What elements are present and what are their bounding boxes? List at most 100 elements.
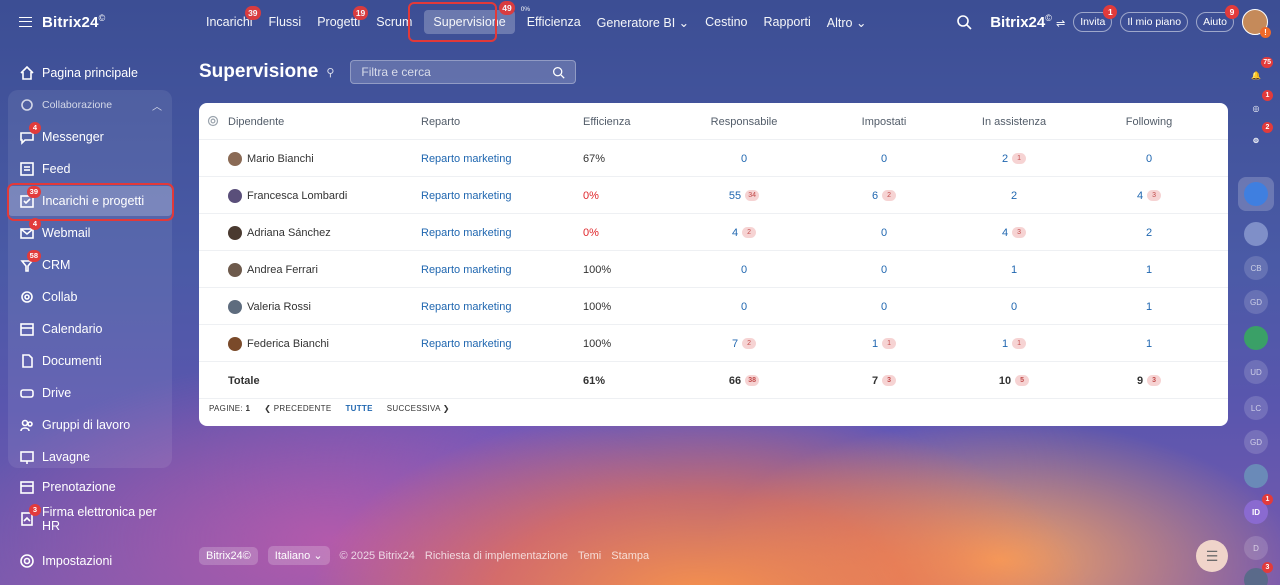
sidebar-item-collab[interactable]: Collab (8, 282, 172, 312)
following-cell[interactable]: 1 (1084, 288, 1214, 325)
tab-incarichi[interactable]: Incarichi 39 (198, 6, 261, 29)
sidebar-item-home[interactable]: Pagina principale (8, 58, 172, 88)
set-cell[interactable]: 0 (819, 214, 949, 251)
department-link[interactable]: Reparto marketing (421, 251, 512, 288)
col-assisting[interactable]: In assistenza (949, 103, 1079, 140)
col-employee[interactable]: Dipendente (228, 103, 284, 140)
assisting-cell[interactable]: 1 (949, 251, 1079, 288)
contact-cb[interactable]: CB (1244, 256, 1268, 280)
tab-cestino[interactable]: Cestino (697, 15, 755, 29)
following-cell[interactable]: 1 (1084, 325, 1214, 362)
responsible-cell[interactable]: 55 34 (679, 177, 809, 214)
sidebar-item-messenger[interactable]: 4 Messenger (8, 122, 172, 152)
tab-altro[interactable]: Altro ⌄ (819, 15, 875, 30)
search-icon[interactable] (956, 14, 972, 30)
contact-bottom[interactable]: 3 (1244, 562, 1273, 585)
tab-progetti[interactable]: Progetti 19 (309, 6, 369, 29)
col-responsible[interactable]: Responsabile (679, 103, 809, 140)
next-button[interactable]: SUCCESSIVA ❯ (387, 404, 450, 413)
contact-lc[interactable]: LC (1244, 396, 1268, 420)
contact-gd[interactable]: GD (1244, 290, 1268, 314)
footer-request-link[interactable]: Richiesta di implementazione (425, 550, 568, 562)
department-link[interactable]: Reparto marketing (421, 325, 512, 362)
user-avatar[interactable]: ! (1242, 9, 1271, 38)
tab-rapporti[interactable]: Rapporti (756, 15, 819, 29)
activity-icon[interactable]: ◎ 1 (1244, 90, 1273, 120)
responsible-cell[interactable]: 0 (679, 251, 809, 288)
settings-gear-icon[interactable] (207, 115, 219, 127)
bookmark-icon[interactable] (1244, 182, 1268, 206)
pin-icon[interactable]: ⚲ (326, 66, 334, 79)
department-link[interactable]: Reparto marketing (421, 214, 512, 251)
sidebar-group-collaboration[interactable]: Collaborazione ︿ (8, 90, 172, 120)
following-cell[interactable]: 0 (1084, 140, 1214, 177)
prev-button[interactable]: ❮ PRECEDENTE (264, 404, 331, 413)
sidebar-item-calendario[interactable]: Calendario (8, 314, 172, 344)
chevron-up-icon[interactable]: ︿ (152, 98, 162, 113)
set-cell[interactable]: 0 (819, 140, 949, 177)
contact-ud[interactable]: UD (1244, 360, 1268, 384)
col-following[interactable]: Following (1084, 103, 1214, 140)
assisting-cell[interactable]: 11 (949, 325, 1079, 362)
following-cell[interactable]: 43 (1084, 177, 1214, 214)
set-cell[interactable]: 0 (819, 251, 949, 288)
assisting-cell[interactable]: 2 (949, 177, 1079, 214)
set-cell[interactable]: 0 (819, 288, 949, 325)
all-button[interactable]: TUTTE (345, 404, 372, 413)
assisting-cell[interactable]: 0 (949, 288, 1079, 325)
responsible-cell[interactable]: 0 (679, 288, 809, 325)
menu-fab-icon[interactable]: ☰ (1196, 540, 1228, 572)
department-link[interactable]: Reparto marketing (421, 177, 512, 214)
tab-generatore-bi[interactable]: Generatore BI ⌄ (589, 15, 697, 30)
assisting-cell[interactable]: 21 (949, 140, 1079, 177)
assisting-cell[interactable]: 43 (949, 214, 1079, 251)
sidebar-item-settings[interactable]: Impostazioni (8, 546, 172, 576)
employee-cell[interactable]: Adriana Sánchez (228, 214, 331, 251)
swap-icon[interactable]: ⇌ (1056, 18, 1065, 30)
sidebar-item-drive[interactable]: Drive (8, 378, 172, 408)
contact-photo[interactable] (1244, 464, 1268, 488)
set-cell[interactable]: 11 (819, 325, 949, 362)
group-chat-icon[interactable] (1244, 222, 1268, 246)
footer-brand[interactable]: Bitrix24© (199, 546, 258, 565)
search-input[interactable] (361, 65, 553, 79)
plan-button[interactable]: Il mio piano (1120, 12, 1189, 32)
col-department[interactable]: Reparto (421, 103, 460, 140)
tab-flussi[interactable]: Flussi (261, 15, 310, 29)
brand-right[interactable]: Bitrix24© ⇌ (990, 13, 1065, 31)
responsible-cell[interactable]: 72 (679, 325, 809, 362)
menu-icon[interactable] (19, 17, 32, 27)
sidebar-item-gruppi-di-lavoro[interactable]: Gruppi di lavoro (8, 410, 172, 440)
footer-themes-link[interactable]: Temi (578, 550, 601, 562)
sidebar-item-feed[interactable]: Feed (8, 154, 172, 184)
sidebar-item-sign-hr[interactable]: 3 Firma elettronica per HR (8, 504, 172, 534)
search-icon[interactable] (552, 66, 566, 79)
set-cell[interactable]: 62 (819, 177, 949, 214)
sidebar-item-booking[interactable]: Prenotazione (8, 472, 172, 502)
employee-cell[interactable]: Valeria Rossi (228, 288, 311, 325)
responsible-cell[interactable]: 42 (679, 214, 809, 251)
logo[interactable]: Bitrix24© (42, 13, 105, 31)
following-cell[interactable]: 2 (1084, 214, 1214, 251)
following-cell[interactable]: 1 (1084, 251, 1214, 288)
sidebar-item-documenti[interactable]: Documenti (8, 346, 172, 376)
department-link[interactable]: Reparto marketing (421, 288, 512, 325)
col-efficiency[interactable]: Efficienza (583, 103, 631, 140)
employee-cell[interactable]: Mario Bianchi (228, 140, 314, 177)
tab-efficienza[interactable]: Efficienza 0% (519, 6, 589, 29)
language-select[interactable]: Italiano ⌄ (267, 546, 330, 565)
footer-print-link[interactable]: Stampa (611, 550, 649, 562)
contact-gd-2[interactable]: GD (1244, 430, 1268, 454)
contact-d[interactable]: D (1244, 536, 1268, 560)
copilot-icon[interactable]: ⊜ 2 (1244, 122, 1273, 152)
col-set[interactable]: Impostati (819, 103, 949, 140)
help-button[interactable]: Aiuto 9 (1196, 5, 1239, 32)
notifications-icon[interactable]: 🔔 75 (1244, 57, 1273, 87)
department-link[interactable]: Reparto marketing (421, 140, 512, 177)
contact-card-icon[interactable] (1244, 326, 1268, 350)
contact-id[interactable]: ID 1 (1244, 494, 1273, 524)
employee-cell[interactable]: Andrea Ferrari (228, 251, 318, 288)
responsible-cell[interactable]: 0 (679, 140, 809, 177)
sidebar-item-webmail[interactable]: 4 Webmail (8, 218, 172, 248)
search-box[interactable] (350, 60, 577, 84)
